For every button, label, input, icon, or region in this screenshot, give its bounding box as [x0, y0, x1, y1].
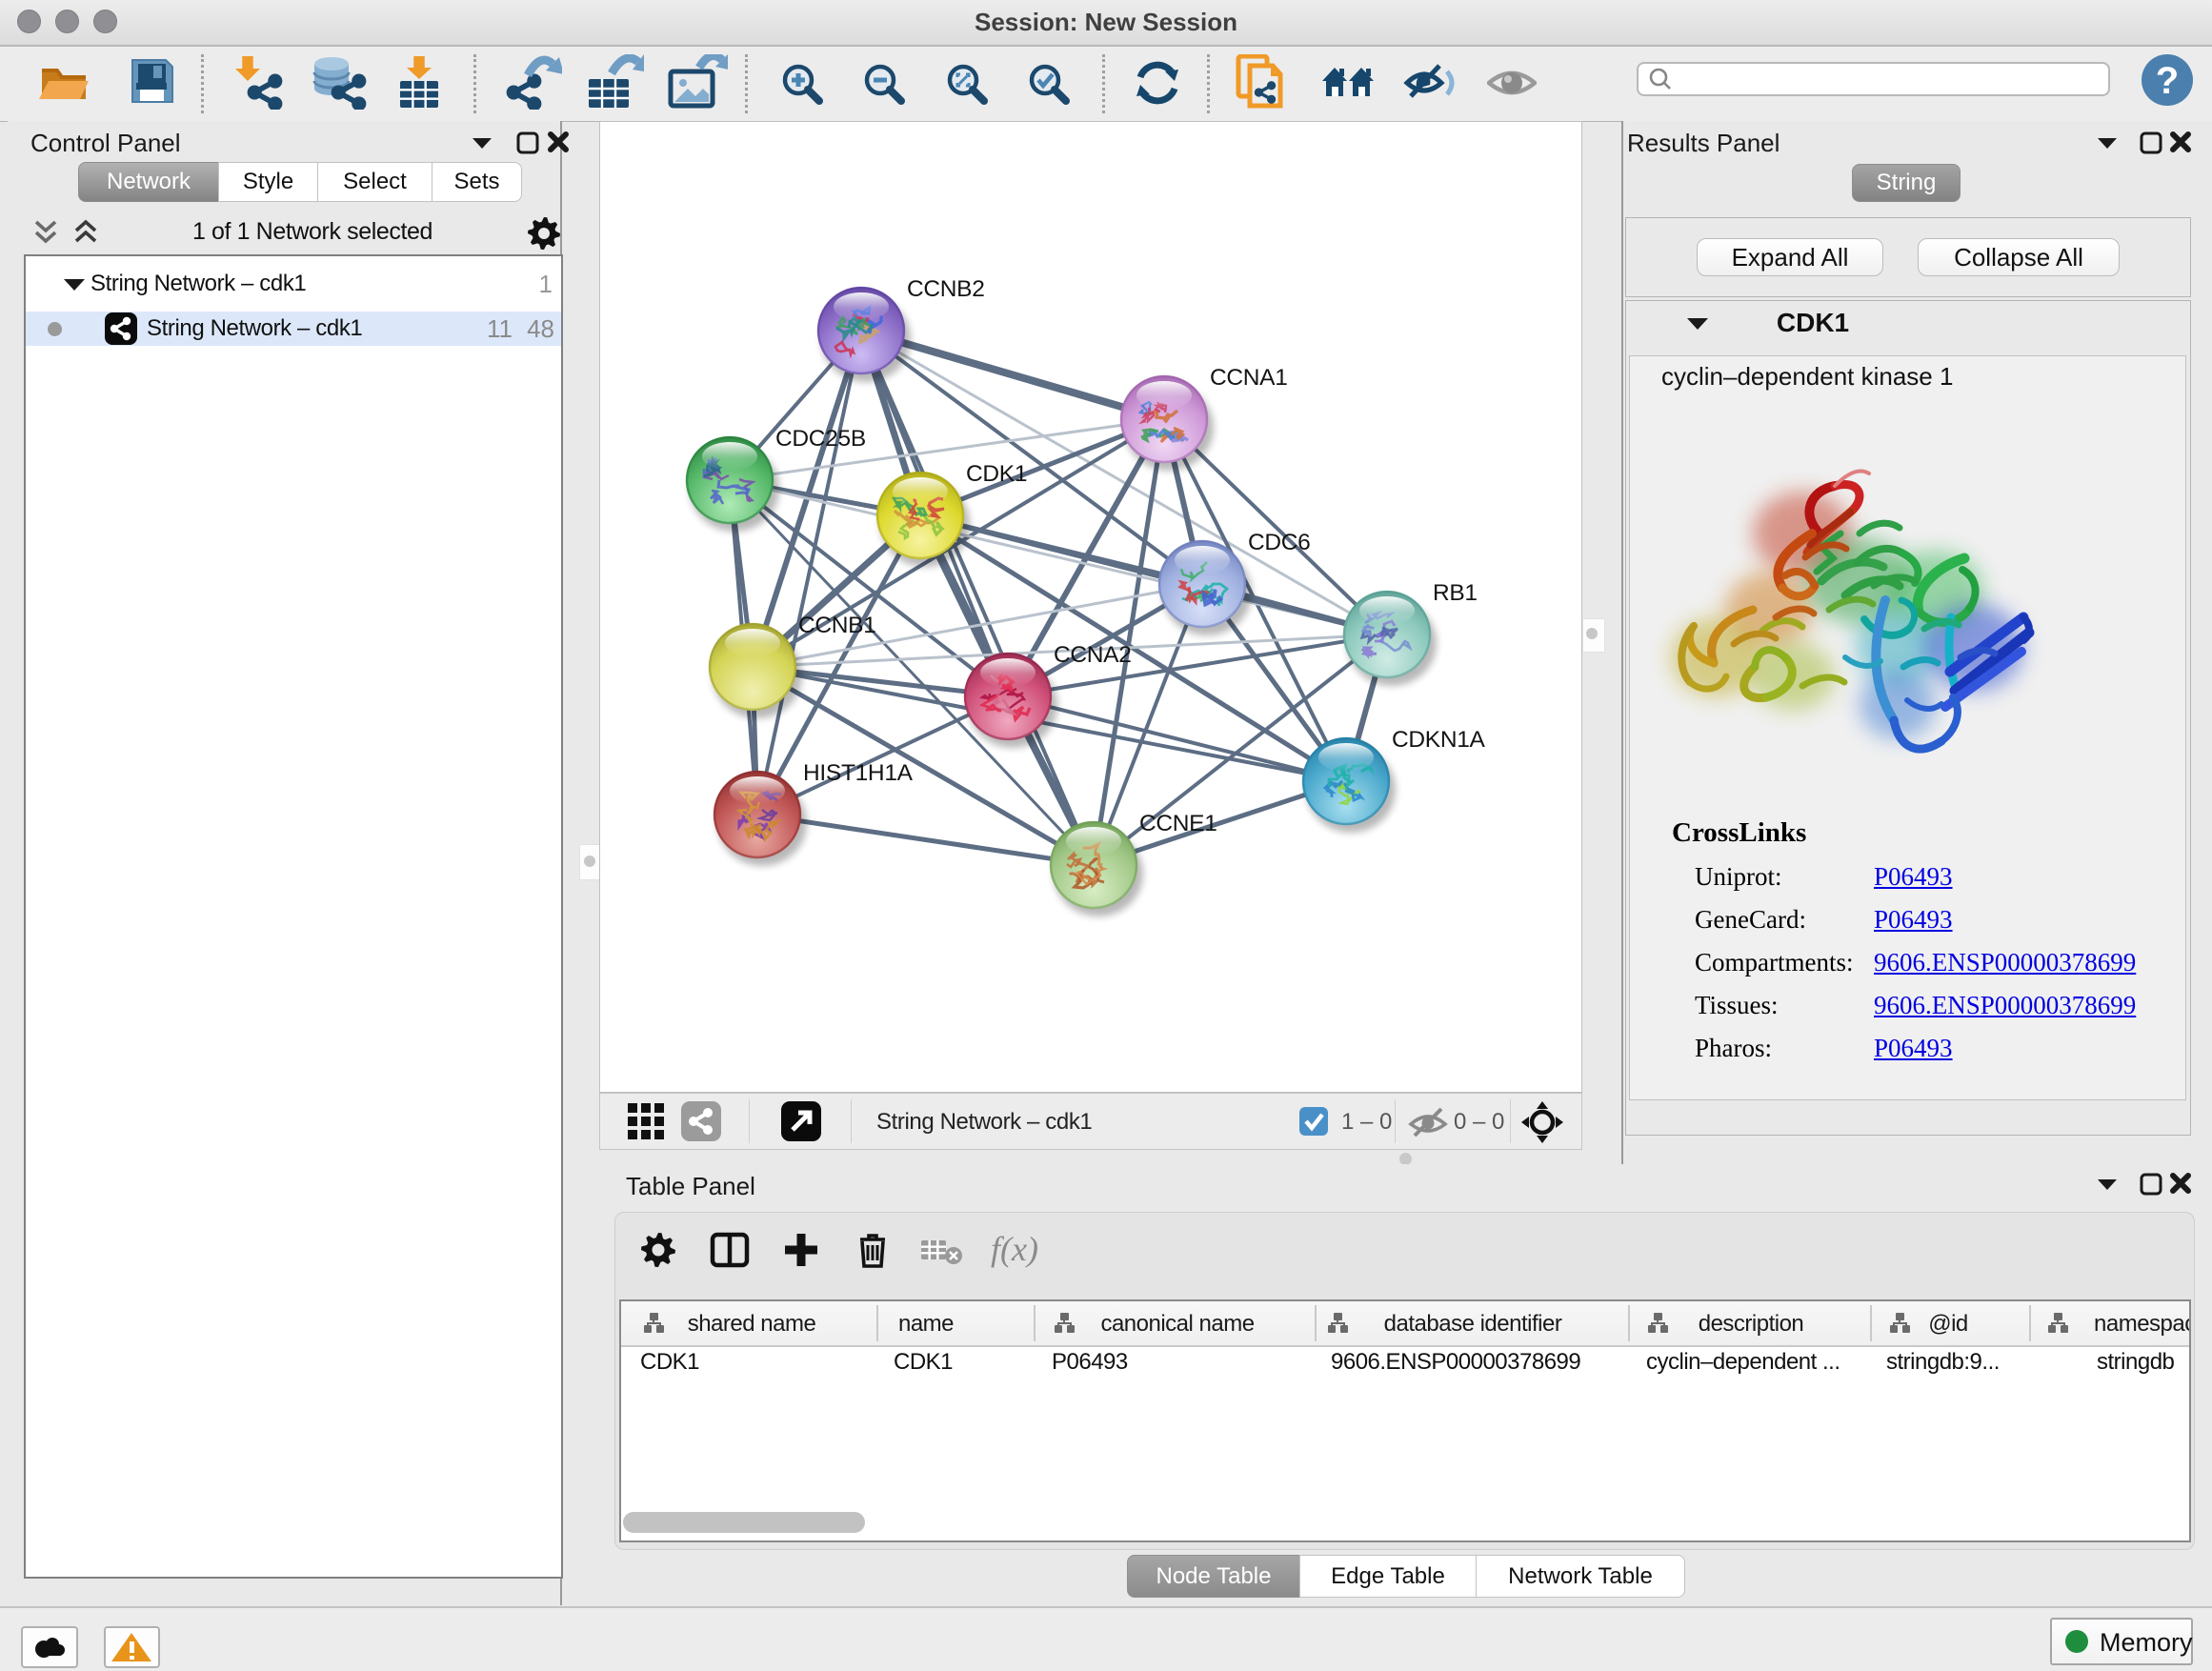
svg-text:@id: @id	[1928, 1311, 1968, 1337]
svg-text:description: description	[1699, 1311, 1804, 1337]
svg-text:namespace: namespace	[2094, 1311, 2189, 1337]
svg-text:CCNB2: CCNB2	[907, 276, 985, 302]
svg-text:CCNA2: CCNA2	[1054, 642, 1132, 668]
svg-text:HIST1H1A: HIST1H1A	[803, 760, 914, 786]
svg-text:CDK1: CDK1	[966, 461, 1027, 487]
svg-text:name: name	[898, 1311, 954, 1337]
svg-text:shared name: shared name	[688, 1311, 816, 1337]
svg-text:CDC6: CDC6	[1248, 530, 1311, 555]
svg-text:CCNE1: CCNE1	[1139, 811, 1217, 836]
svg-text:CDKN1A: CDKN1A	[1392, 727, 1486, 753]
svg-text:canonical name: canonical name	[1100, 1311, 1254, 1337]
svg-text:CCNA1: CCNA1	[1210, 365, 1288, 391]
svg-text:database identifier: database identifier	[1384, 1311, 1562, 1337]
svg-text:RB1: RB1	[1433, 580, 1478, 606]
svg-text:CCNB1: CCNB1	[798, 613, 876, 638]
svg-text:CDC25B: CDC25B	[775, 426, 866, 452]
